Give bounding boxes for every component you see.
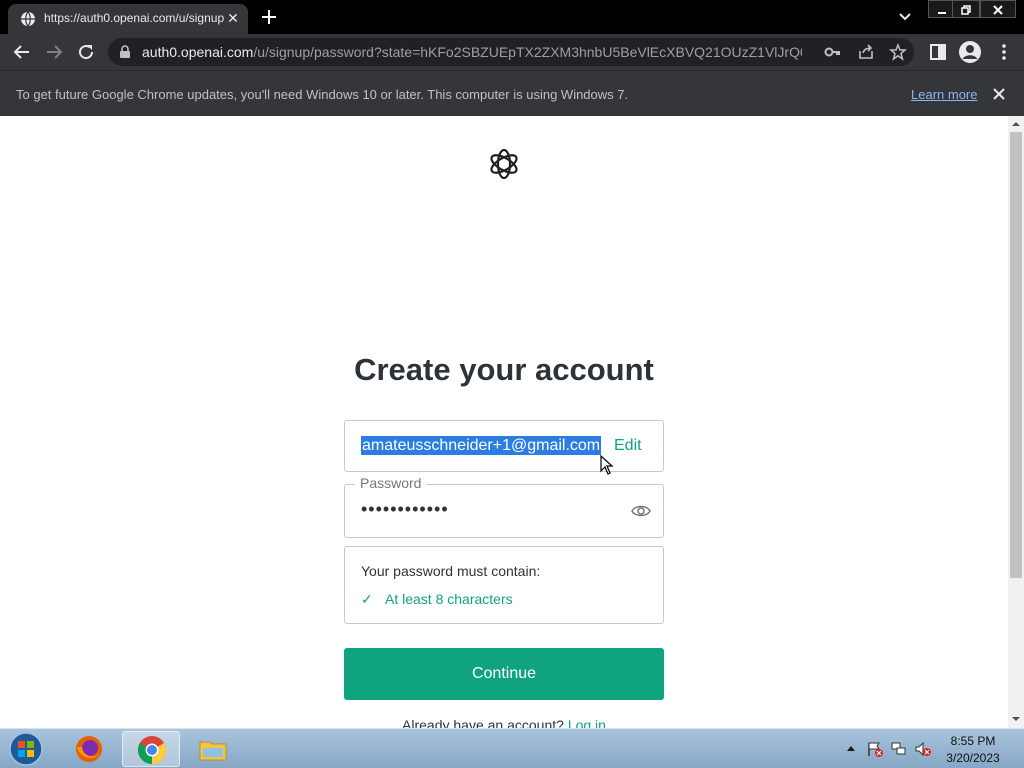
page-scrollbar[interactable] bbox=[1008, 116, 1024, 728]
email-field[interactable]: amateusschneider+1@gmail.com Edit bbox=[344, 420, 664, 472]
taskbar-chrome[interactable] bbox=[122, 731, 180, 767]
chrome-icon bbox=[138, 736, 166, 764]
scroll-up-arrow-icon[interactable] bbox=[1011, 119, 1021, 129]
already-account-text: Already have an account? bbox=[402, 717, 564, 728]
url-text: auth0.openai.com/u/signup/password?state… bbox=[142, 44, 802, 60]
tab-title: https://auth0.openai.com/u/signup bbox=[44, 11, 224, 25]
share-icon[interactable] bbox=[857, 43, 875, 61]
tab-close-icon[interactable]: ✕ bbox=[224, 9, 242, 27]
bookmark-star-icon[interactable] bbox=[889, 43, 907, 61]
tab-search-chevron-icon[interactable] bbox=[896, 9, 914, 25]
edit-email-link[interactable]: Edit bbox=[614, 436, 642, 455]
show-hidden-icons-icon[interactable] bbox=[846, 744, 856, 752]
clock-time[interactable]: 8:55 PM bbox=[930, 734, 1016, 748]
restore-button[interactable] bbox=[952, 0, 980, 18]
continue-button[interactable]: Continue bbox=[344, 648, 664, 700]
scroll-thumb[interactable] bbox=[1010, 132, 1022, 578]
scroll-down-arrow-icon[interactable] bbox=[1011, 714, 1021, 724]
action-center-flag-icon[interactable] bbox=[866, 741, 884, 757]
requirement-item: At least 8 characters bbox=[385, 591, 513, 607]
taskbar-firefox[interactable] bbox=[60, 731, 118, 767]
show-password-eye-icon[interactable] bbox=[631, 502, 651, 520]
close-window-button[interactable] bbox=[980, 0, 1016, 18]
checkmark-icon: ✓ bbox=[361, 591, 373, 607]
taskbar-explorer[interactable] bbox=[184, 731, 242, 767]
reload-icon[interactable] bbox=[76, 42, 96, 62]
signup-page: Create your account amateusschneider+1@g… bbox=[0, 116, 1008, 728]
menu-kebab-icon[interactable] bbox=[994, 42, 1014, 62]
address-bar[interactable]: auth0.openai.com/u/signup/password?state… bbox=[108, 38, 914, 66]
tab-strip: https://auth0.openai.com/u/signup ✕ bbox=[0, 0, 1024, 34]
login-prompt: Already have an account? Log in bbox=[0, 717, 1008, 728]
folder-icon bbox=[199, 741, 227, 761]
password-label: Password bbox=[355, 475, 427, 491]
password-value[interactable]: •••••••••••• bbox=[361, 499, 449, 520]
page-title: Create your account bbox=[354, 352, 654, 387]
email-value[interactable]: amateusschneider+1@gmail.com bbox=[361, 436, 602, 455]
browser-tab[interactable]: https://auth0.openai.com/u/signup ✕ bbox=[8, 4, 248, 34]
learn-more-link[interactable]: Learn more bbox=[911, 87, 977, 102]
side-panel-icon[interactable] bbox=[928, 42, 948, 62]
lock-icon[interactable] bbox=[118, 45, 132, 59]
infobar-close-icon[interactable] bbox=[991, 86, 1007, 102]
new-tab-icon[interactable] bbox=[258, 6, 280, 28]
globe-icon bbox=[21, 11, 35, 27]
network-icon[interactable] bbox=[890, 741, 908, 757]
password-field[interactable]: Password •••••••••••• bbox=[344, 475, 664, 538]
update-infobar: To get future Google Chrome updates, you… bbox=[0, 70, 1024, 116]
login-link[interactable]: Log in bbox=[568, 717, 606, 728]
profile-avatar-icon[interactable] bbox=[958, 40, 982, 64]
key-icon[interactable] bbox=[824, 43, 842, 61]
back-arrow-icon[interactable] bbox=[12, 42, 32, 62]
firefox-icon bbox=[76, 736, 102, 762]
browser-toolbar: auth0.openai.com/u/signup/password?state… bbox=[0, 34, 1024, 70]
requirements-title: Your password must contain: bbox=[361, 563, 541, 579]
forward-arrow-icon[interactable] bbox=[44, 42, 64, 62]
openai-logo-icon bbox=[490, 148, 518, 180]
password-requirements: Your password must contain: ✓ At least 8… bbox=[344, 546, 664, 624]
clock-date[interactable]: 3/20/2023 bbox=[930, 751, 1016, 765]
minimize-icon bbox=[938, 12, 946, 14]
mouse-cursor-icon bbox=[600, 455, 614, 475]
restore-icon bbox=[961, 5, 971, 15]
windows-taskbar: 8:55 PM 3/20/2023 bbox=[0, 728, 1024, 768]
close-icon bbox=[993, 5, 1003, 15]
start-button-icon[interactable] bbox=[6, 731, 46, 767]
infobar-message: To get future Google Chrome updates, you… bbox=[16, 87, 629, 102]
